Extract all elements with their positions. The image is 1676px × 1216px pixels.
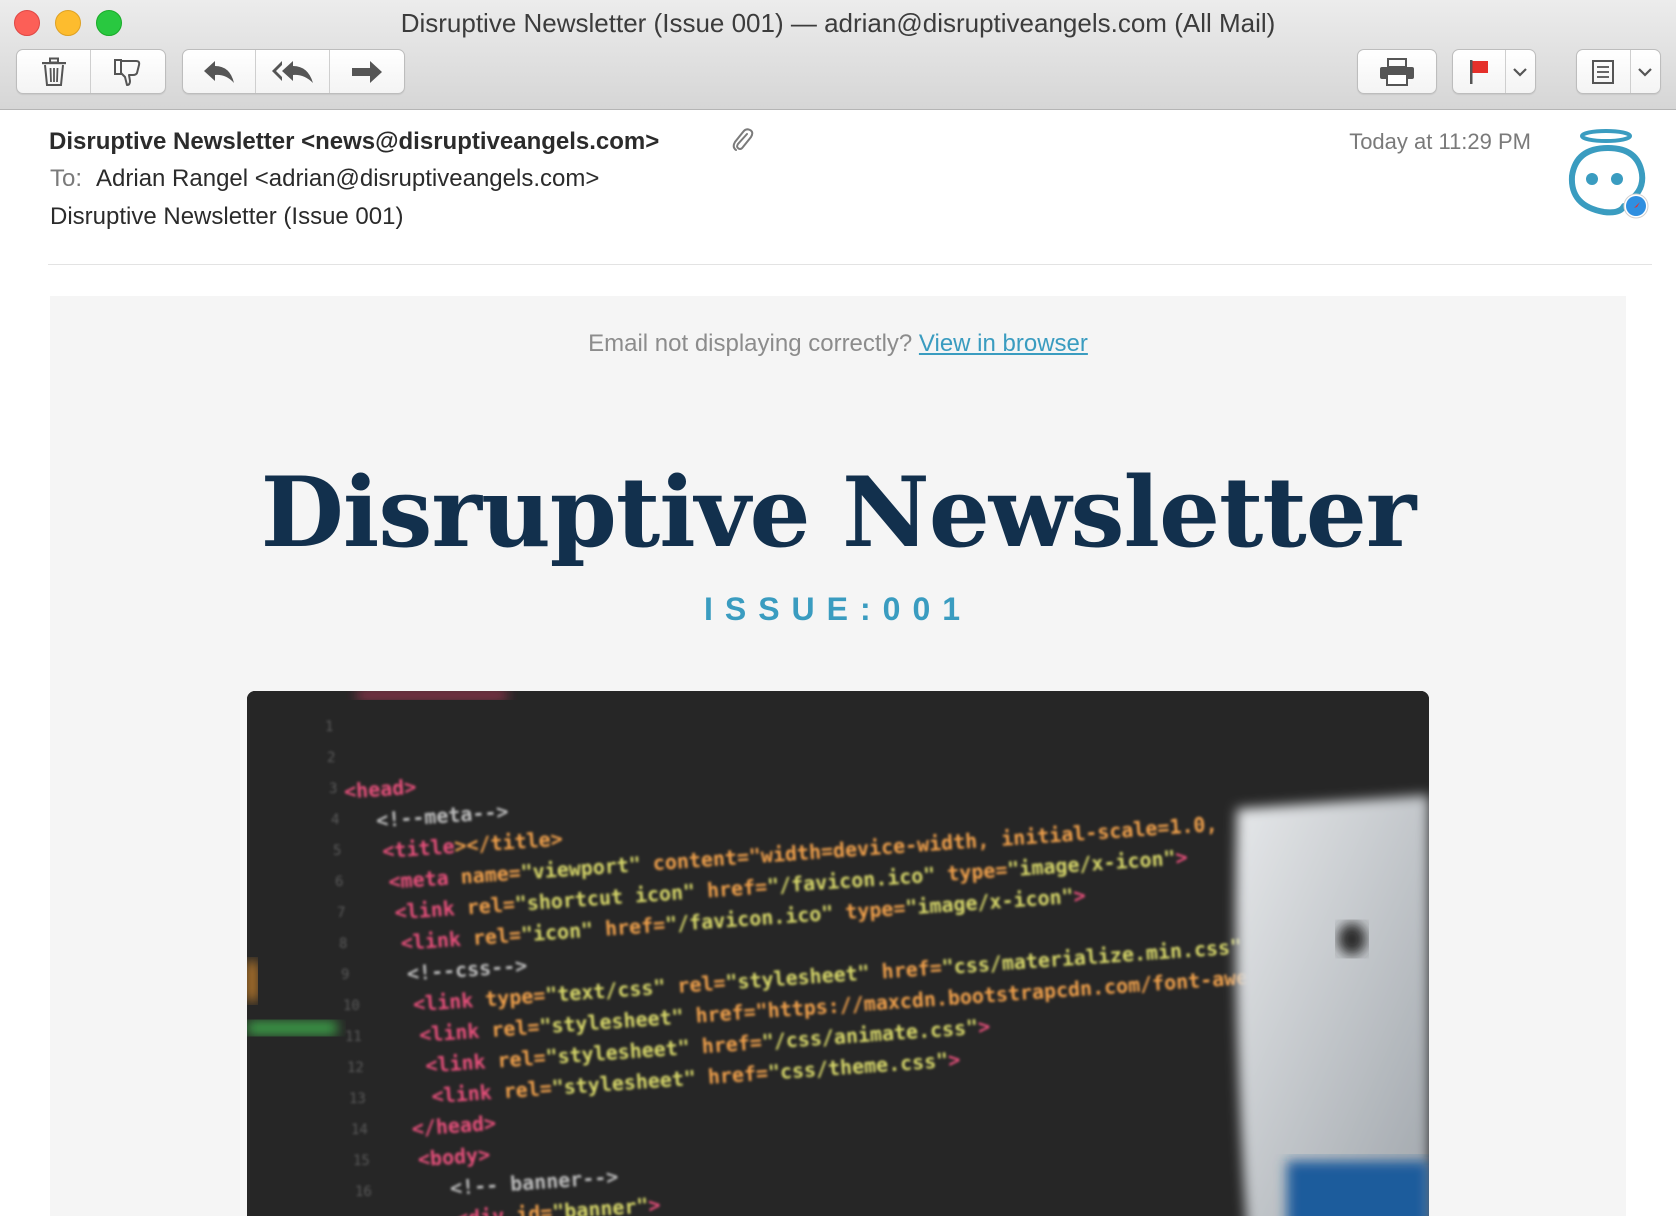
message-header: Disruptive Newsletter <news@disruptivean… [0,110,1676,266]
code-line-number: 1 [325,719,333,735]
list-icon [1592,59,1615,84]
newsletter-title: Disruptive Newsletter [260,456,1417,569]
code-line-number: 16 [355,1184,372,1200]
recipient[interactable]: Adrian Rangel <adrian@disruptiveangels.c… [96,165,599,192]
code-line-number: 11 [345,1029,362,1045]
list-button[interactable] [1577,50,1631,93]
email-body: Email not displaying correctly? View in … [50,296,1626,1216]
trash-icon [41,57,66,86]
forward-button[interactable] [330,50,404,93]
chevron-down-icon [1513,67,1528,77]
code-line-number: 15 [353,1153,370,1169]
chevron-down-icon [1638,67,1653,77]
code-line-number: 14 [351,1122,368,1138]
print-icon [1380,57,1414,86]
code-line: <head> [343,775,417,804]
code-line-number: 12 [347,1060,364,1076]
attachment-icon [732,128,754,151]
code-line-number: 3 [329,781,337,797]
header-divider [48,264,1652,265]
code-line: <body> [417,1142,491,1171]
subject: Disruptive Newsletter (Issue 001) [50,203,404,230]
reply-button[interactable] [183,50,257,93]
issue-number: ISSUE:001 [703,591,973,627]
code-line-number: 7 [337,905,345,921]
hero-image: 1 2 3 4 5 6 7 8 9 10 11 12 13 14 15 16 <head> <!--meta--… [247,691,1429,1216]
view-in-browser-link[interactable]: View in browser [919,330,1088,357]
delete-button[interactable] [17,50,91,93]
code-line-number: 10 [343,998,360,1014]
reply-all-icon [271,60,313,83]
print-button[interactable] [1358,50,1436,93]
recipient-line: To: Adrian Rangel <adrian@disruptiveangel… [50,165,599,193]
reply-group [182,49,405,94]
message-date: Today at 11:29 PM [1349,129,1531,154]
sender[interactable]: Disruptive Newsletter <news@disruptivean… [49,128,659,156]
delete-junk-group [16,49,166,94]
code-line-number: 8 [339,936,347,952]
code-line-number: 5 [333,843,341,859]
flag-menu-button[interactable] [1506,50,1535,93]
to-label: To: [50,165,83,192]
flag-group [1452,49,1536,94]
junk-button[interactable] [91,50,165,93]
window-chrome: Disruptive Newsletter (Issue 001) — adri… [0,0,1676,110]
reply-all-button[interactable] [256,50,330,93]
flag-icon [1469,59,1488,84]
code-line-number: 2 [327,750,335,766]
forward-icon [351,60,382,83]
display-notice-text: Email not displaying correctly? [588,330,913,357]
view-menu-button[interactable] [1631,50,1660,93]
junk-icon [114,58,141,86]
code-line-number: 9 [341,967,349,983]
flag-button[interactable] [1453,50,1506,93]
code-line-number: 6 [335,874,343,890]
display-notice: Email not displaying correctly? View in … [50,330,1626,358]
window-title: Disruptive Newsletter (Issue 001) — adri… [400,8,1276,38]
reply-icon [204,60,235,83]
print-group [1357,49,1437,94]
code-line-number: 13 [349,1091,366,1107]
code-line-number: 4 [331,812,339,828]
code-screenshot: 12345678910111213141516 <head><!--meta--… [247,691,1429,1216]
view-group [1576,49,1661,94]
sender-avatar [1568,129,1649,219]
